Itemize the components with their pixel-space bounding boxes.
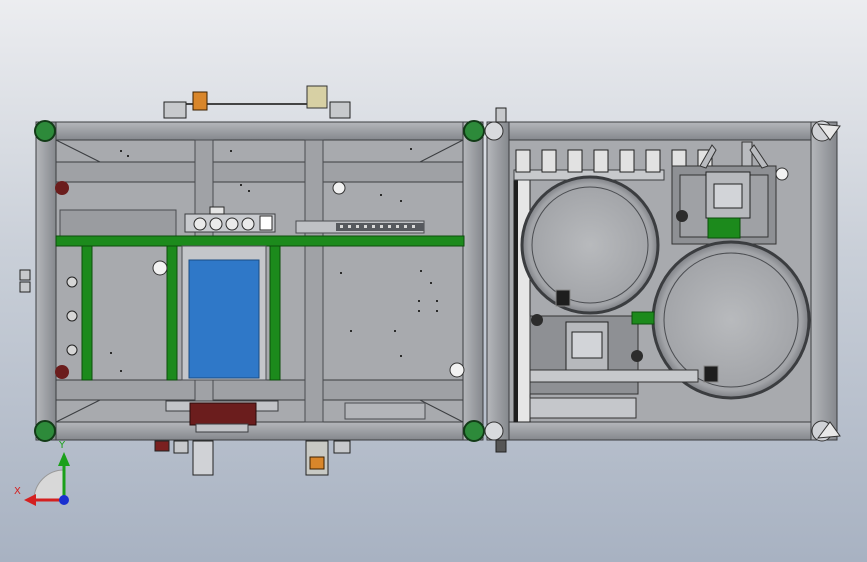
left-bottom-rail xyxy=(35,421,484,441)
bottom-slide xyxy=(529,397,637,419)
right-module xyxy=(484,107,841,453)
grey-housing xyxy=(59,209,177,237)
sensor-r1 xyxy=(555,289,571,307)
side-connector xyxy=(19,269,31,293)
module-link-bottom xyxy=(495,439,507,453)
module-link-top xyxy=(495,107,507,123)
corner-cap-tl xyxy=(34,120,56,142)
hole-r1 xyxy=(676,210,688,222)
hole-1 xyxy=(152,260,168,276)
left-top-rail xyxy=(35,121,484,141)
corner-cap-bl xyxy=(34,420,56,442)
green-rail-horizontal xyxy=(55,235,465,247)
hole-r3 xyxy=(631,350,643,362)
corner-cap-tr xyxy=(463,120,485,142)
bottom-handle xyxy=(154,440,351,476)
hole-r2 xyxy=(531,314,543,326)
right-top-rail xyxy=(486,121,838,141)
machine-assembly-top-view xyxy=(19,85,841,506)
axis-x-label: X xyxy=(14,486,21,497)
green-rail-v2 xyxy=(166,245,178,381)
green-rail-v3 xyxy=(269,245,281,381)
green-rail-v1 xyxy=(81,245,93,381)
right-left-rail xyxy=(486,121,510,441)
right-right-rail xyxy=(810,121,838,441)
red-cap-bottom xyxy=(55,365,69,379)
green-strip xyxy=(631,311,655,325)
sensor-r2 xyxy=(703,365,719,383)
turntable-1 xyxy=(520,175,660,315)
bottom-crossbeam xyxy=(55,379,464,401)
red-cap-top xyxy=(55,181,69,195)
axis-triad xyxy=(24,452,70,506)
left-module xyxy=(19,85,485,476)
top-crossbeam xyxy=(55,161,464,183)
bottom-tray xyxy=(344,402,426,420)
horizontal-guide xyxy=(529,369,699,383)
right-bottom-rail xyxy=(486,421,838,441)
slide-rail-2 xyxy=(304,139,324,423)
hole-3 xyxy=(449,362,465,378)
blue-panel xyxy=(188,259,260,379)
left-middle-rail xyxy=(462,121,484,441)
corner-cap-br xyxy=(463,420,485,442)
top-handle xyxy=(163,85,351,119)
left-side-rail xyxy=(35,121,57,441)
z-axis-dot xyxy=(59,495,69,505)
hole-2 xyxy=(332,181,346,195)
axis-y-label: Y xyxy=(59,440,66,451)
cad-viewport[interactable]: Y X xyxy=(0,0,867,562)
connector-strip xyxy=(295,220,425,234)
hole-r4 xyxy=(775,167,789,181)
